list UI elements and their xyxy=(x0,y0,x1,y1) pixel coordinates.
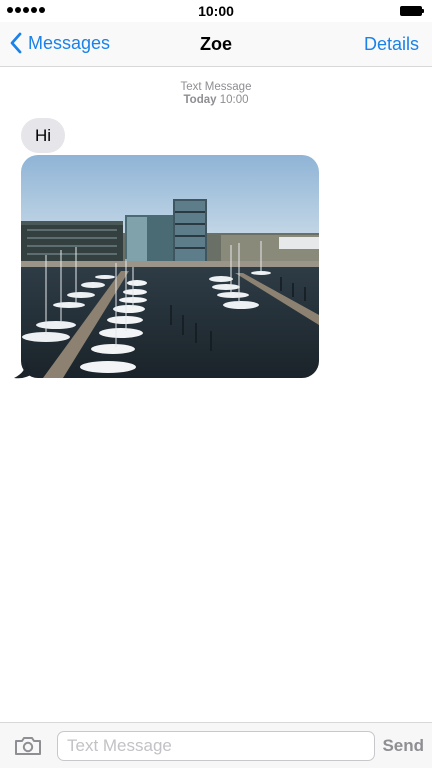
harbor-marina-photo xyxy=(21,155,319,378)
message-input-bar: Send xyxy=(0,722,432,768)
details-button[interactable]: Details xyxy=(364,34,419,55)
message-type-label: Text Message xyxy=(180,81,252,93)
status-bar: 10:00 xyxy=(0,0,432,22)
back-label: Messages xyxy=(28,32,111,53)
timestamp-day: Today xyxy=(183,94,217,106)
battery-icon xyxy=(400,6,424,16)
incoming-message-bubble[interactable]: Hi xyxy=(21,118,66,153)
camera-icon xyxy=(15,737,41,755)
message-text-field[interactable] xyxy=(57,731,375,761)
incoming-photo-message[interactable] xyxy=(21,155,319,378)
message-timestamp: Text Message Today 10:00 xyxy=(0,81,432,107)
camera-button[interactable] xyxy=(14,736,42,761)
chevron-left-icon xyxy=(10,32,22,54)
timestamp-time: 10:00 xyxy=(219,94,249,106)
nav-bar: Messages Zoe Details xyxy=(0,22,432,67)
bubble-tail xyxy=(14,361,32,379)
send-button[interactable]: Send xyxy=(382,736,424,756)
message-thread[interactable]: Text Message Today 10:00 Hi xyxy=(0,67,432,722)
status-time: 10:00 xyxy=(198,3,234,19)
back-button[interactable]: Messages xyxy=(10,32,110,54)
